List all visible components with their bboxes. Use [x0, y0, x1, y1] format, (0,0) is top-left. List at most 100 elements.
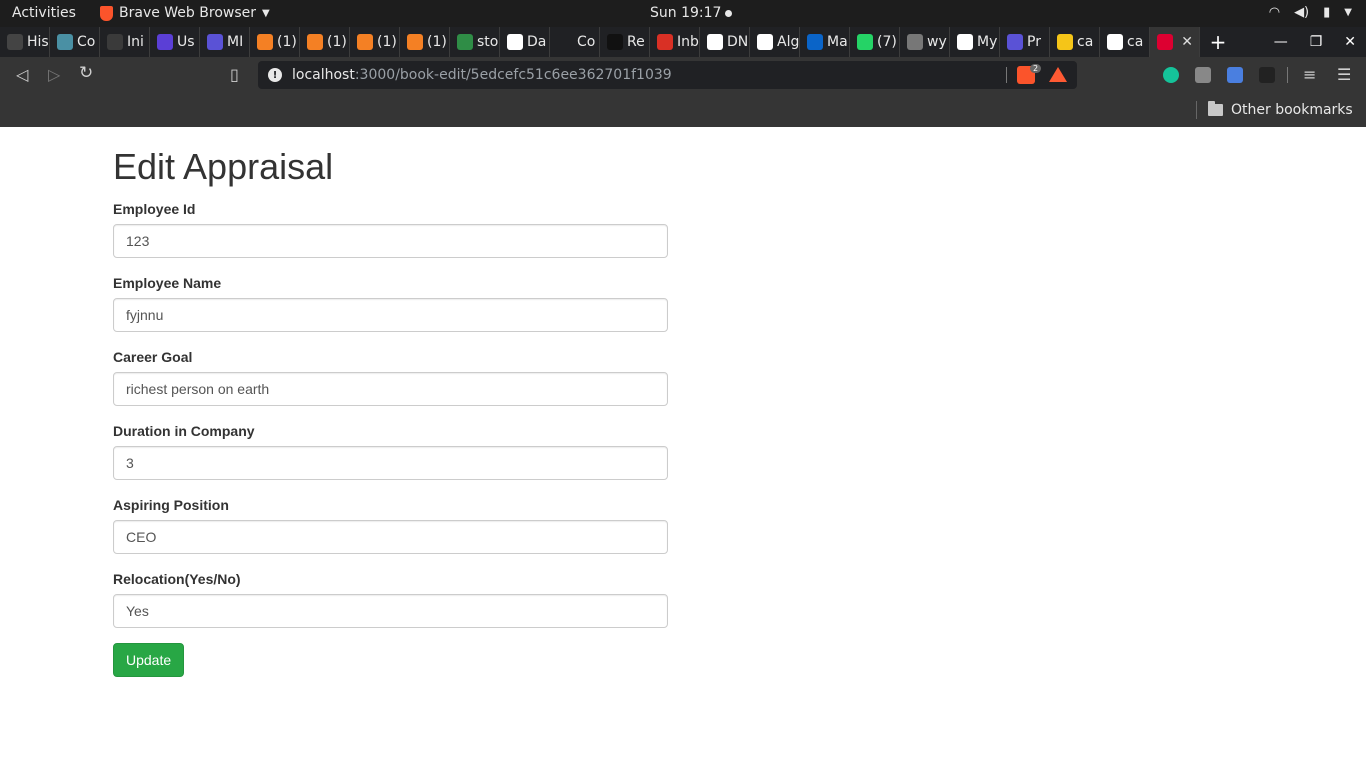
browser-tab[interactable]: My [950, 27, 1000, 57]
browser-tab[interactable]: (1) [300, 27, 350, 57]
folder-icon [1208, 101, 1223, 116]
page-content: Edit Appraisal Employee Id Employee Name… [0, 127, 1366, 768]
career-goal-input[interactable] [113, 372, 668, 406]
browser-tab[interactable]: Co [50, 27, 100, 57]
employee-id-input[interactable] [113, 224, 668, 258]
activities-button[interactable]: Activities [12, 5, 76, 21]
browser-tab[interactable]: (7) [850, 27, 900, 57]
address-divider [1006, 67, 1007, 83]
github-icon [707, 34, 723, 50]
forward-button[interactable]: ▷ [48, 65, 60, 84]
battery-icon: ▮ [1323, 5, 1331, 20]
app-menu[interactable]: Brave Web Browser ▼ [100, 5, 270, 21]
close-tab-icon[interactable]: ✕ [1181, 34, 1193, 50]
browser-tab[interactable]: Ma [800, 27, 850, 57]
employee-id-label: Employee Id [113, 201, 196, 217]
address-bar[interactable]: ! localhost:3000/book-edit/5edcefc51c6ee… [258, 61, 1077, 89]
bookmark-icon[interactable]: ▯ [230, 65, 239, 84]
volume-icon: ◀) [1294, 5, 1310, 20]
mail-icon [157, 34, 173, 50]
browser-tab[interactable]: ca [1100, 27, 1150, 57]
new-tab-button[interactable]: + [1200, 30, 1236, 54]
aspiring-position-label: Aspiring Position [113, 497, 229, 513]
extension-icon[interactable] [1195, 67, 1211, 83]
shield-count-badge: 2 [1030, 64, 1042, 73]
browser-tab[interactable]: DN [700, 27, 750, 57]
chevron-down-icon: ▼ [262, 7, 270, 19]
aspiring-position-input[interactable] [113, 520, 668, 554]
close-window-icon[interactable]: ✕ [1344, 34, 1356, 50]
stackoverflow-icon [357, 34, 373, 50]
duration-label: Duration in Company [113, 423, 255, 439]
info-icon[interactable]: ! [268, 68, 282, 82]
notion-extension-icon[interactable] [1259, 67, 1275, 83]
browser-tab[interactable]: (1) [350, 27, 400, 57]
browser-tab[interactable]: Alg [750, 27, 800, 57]
browser-tab[interactable]: Us [150, 27, 200, 57]
browser-toolbar: ◁ ▷ ↻ ▯ ! localhost:3000/book-edit/5edce… [0, 57, 1366, 93]
browser-tab[interactable]: Co [550, 27, 600, 57]
browser-tab[interactable]: sto [450, 27, 500, 57]
tab-label: Ma [827, 34, 848, 50]
brave-logo-icon [100, 5, 113, 21]
browser-tab[interactable]: Re [600, 27, 650, 57]
gmail-icon [657, 34, 673, 50]
reload-button[interactable]: ↻ [79, 63, 93, 83]
tab-label: Re [627, 34, 645, 50]
browser-tab[interactable]: (1) [250, 27, 300, 57]
tab-label: My [977, 34, 998, 50]
github-icon [757, 34, 773, 50]
maximize-icon[interactable]: ❐ [1310, 34, 1323, 50]
notification-dot-icon [725, 9, 733, 17]
browser-tab[interactable]: Da [500, 27, 550, 57]
url-path: :3000/book-edit/5edcefc51c6ee362701f1039 [354, 67, 672, 83]
other-bookmarks-label: Other bookmarks [1231, 102, 1353, 118]
media-controls-icon[interactable]: ≡ [1303, 65, 1316, 84]
chevron-down-icon: ▼ [1344, 7, 1352, 18]
stackoverflow-icon [307, 34, 323, 50]
smiley-icon [1057, 34, 1073, 50]
tab-label: Inb [677, 34, 699, 50]
other-bookmarks-button[interactable]: Other bookmarks [1208, 101, 1353, 118]
browser-tab[interactable]: Ini [100, 27, 150, 57]
wifi-icon: ◠ [1268, 5, 1281, 20]
update-button[interactable]: Update [113, 643, 185, 677]
tab-label: wy [927, 34, 947, 50]
url-host: localhost [292, 67, 355, 83]
browser-tab[interactable]: ✕ [1150, 27, 1200, 57]
browser-tab[interactable]: MI [200, 27, 250, 57]
clock[interactable]: Sun 19:17 [650, 5, 733, 21]
tab-label: Co [577, 34, 596, 50]
tab-label: Co [77, 34, 96, 50]
tab-label: ca [1077, 34, 1094, 50]
form-group-career-goal: Career Goal [113, 349, 668, 406]
form-group-employee-id: Employee Id [113, 201, 668, 258]
tab-label: Alg [777, 34, 800, 50]
browser-tab[interactable]: Pr [1000, 27, 1050, 57]
minimize-icon[interactable]: — [1274, 34, 1288, 50]
browser-tab[interactable]: (1) [400, 27, 450, 57]
clock-text: Sun 19:17 [650, 5, 722, 21]
employee-name-input[interactable] [113, 298, 668, 332]
geeksforgeeks-icon [457, 34, 473, 50]
tab-label: Us [177, 34, 195, 50]
relocation-input[interactable] [113, 594, 668, 628]
tab-label: Pr [1027, 34, 1041, 50]
menu-icon[interactable]: ☰ [1337, 65, 1351, 84]
tab-label: (7) [877, 34, 897, 50]
whatsapp-icon [857, 34, 873, 50]
browser-tab[interactable]: His [0, 27, 50, 57]
bookmarks-bar: Other bookmarks [0, 93, 1366, 127]
brave-rewards-icon[interactable] [1049, 67, 1067, 82]
grammarly-extension-icon[interactable] [1163, 67, 1179, 83]
translate-extension-icon[interactable] [1227, 67, 1243, 83]
duration-input[interactable] [113, 446, 668, 480]
system-top-bar: Activities Brave Web Browser ▼ Sun 19:17… [0, 0, 1366, 27]
browser-tab[interactable]: ca [1050, 27, 1100, 57]
system-tray[interactable]: ◠ ◀) ▮ ▼ [1269, 5, 1352, 20]
browser-tab[interactable]: wy [900, 27, 950, 57]
back-button[interactable]: ◁ [16, 65, 28, 84]
doc-icon [57, 34, 73, 50]
career-goal-label: Career Goal [113, 349, 193, 365]
browser-tab[interactable]: Inb [650, 27, 700, 57]
